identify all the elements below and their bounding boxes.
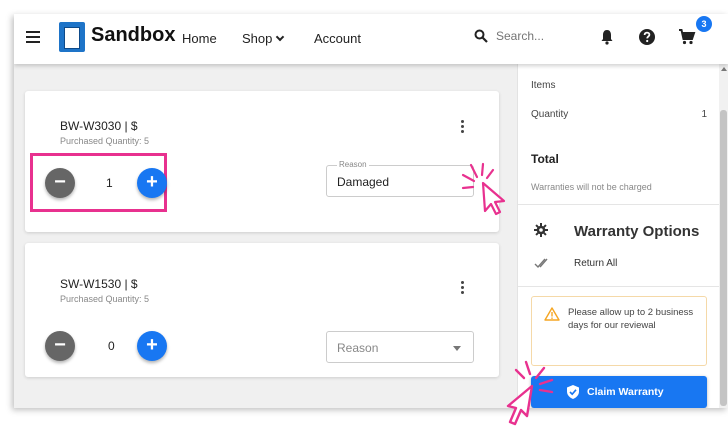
click-cursor-icon xyxy=(506,360,554,426)
divider xyxy=(518,204,720,205)
summary-panel: Items Quantity 1 Total Warranties will n… xyxy=(517,64,720,408)
menu-icon[interactable] xyxy=(26,31,40,43)
reason-value: Damaged xyxy=(337,175,390,189)
items-label: Items xyxy=(531,80,556,91)
search-input[interactable] xyxy=(496,29,576,43)
shield-check-icon xyxy=(567,385,579,399)
nav-shop-label: Shop xyxy=(242,31,273,46)
panel-scrollbar[interactable] xyxy=(719,64,728,408)
item-sku: BW-W3030 | $ xyxy=(60,119,138,133)
warranty-charge-note: Warranties will not be charged xyxy=(531,182,652,192)
total-label: Total xyxy=(531,152,559,166)
more-options-icon[interactable] xyxy=(461,120,465,135)
reason-placeholder: Reason xyxy=(337,341,379,355)
quantity-label: Quantity xyxy=(531,109,569,120)
quantity-value: 1 xyxy=(106,176,113,190)
reason-label: Reason xyxy=(337,160,369,169)
quantity-total-value: 1 xyxy=(701,109,707,120)
double-check-icon[interactable] xyxy=(534,257,552,269)
item-sku: SW-W1530 | $ xyxy=(60,277,138,291)
bell-icon[interactable] xyxy=(598,28,616,46)
alert-text: Please allow up to 2 business days for o… xyxy=(568,307,694,331)
top-nav: Sandbox Home Shop Account 3 xyxy=(14,14,728,64)
warranty-options-title: Warranty Options xyxy=(574,223,700,240)
review-alert: Please allow up to 2 business days for o… xyxy=(531,296,707,366)
purchased-quantity: Purchased Quantity: 5 xyxy=(60,136,150,146)
gear-icon xyxy=(534,223,548,237)
click-cursor-icon xyxy=(461,162,506,216)
increment-button[interactable]: + xyxy=(137,331,167,361)
app-window: Sandbox Home Shop Account 3 BW-W3030 | $… xyxy=(14,14,728,408)
return-all-button[interactable]: Return All xyxy=(574,258,617,269)
brand-name[interactable]: Sandbox xyxy=(91,24,175,47)
dropdown-caret-icon xyxy=(453,346,461,351)
reason-select[interactable]: Reason Damaged xyxy=(326,160,474,197)
nav-account[interactable]: Account xyxy=(314,31,361,46)
purchased-quantity: Purchased Quantity: 5 xyxy=(60,294,150,304)
cart-icon[interactable] xyxy=(678,28,696,46)
cart-count-badge: 3 xyxy=(696,16,712,32)
warranty-item-card: BW-W3030 | $ Purchased Quantity: 5 − 1 +… xyxy=(25,91,506,232)
logo-icon[interactable] xyxy=(59,22,85,52)
decrement-button[interactable]: − xyxy=(45,168,75,198)
search-icon[interactable] xyxy=(474,29,488,43)
warning-icon xyxy=(544,307,560,321)
decrement-button[interactable]: − xyxy=(45,331,75,361)
quantity-value: 0 xyxy=(108,339,115,353)
chevron-down-icon xyxy=(276,32,285,42)
divider xyxy=(518,286,720,287)
scroll-up-arrow-icon[interactable] xyxy=(721,67,727,71)
help-icon[interactable] xyxy=(638,28,656,46)
reason-select[interactable]: Reason xyxy=(326,331,474,363)
nav-shop[interactable]: Shop xyxy=(242,31,285,46)
increment-button[interactable]: + xyxy=(137,168,167,198)
scroll-thumb[interactable] xyxy=(720,110,727,406)
more-options-icon[interactable] xyxy=(461,281,465,296)
claim-warranty-label: Claim Warranty xyxy=(587,386,664,398)
nav-home[interactable]: Home xyxy=(182,31,217,46)
warranty-item-card: SW-W1530 | $ Purchased Quantity: 5 − 0 +… xyxy=(25,243,499,377)
